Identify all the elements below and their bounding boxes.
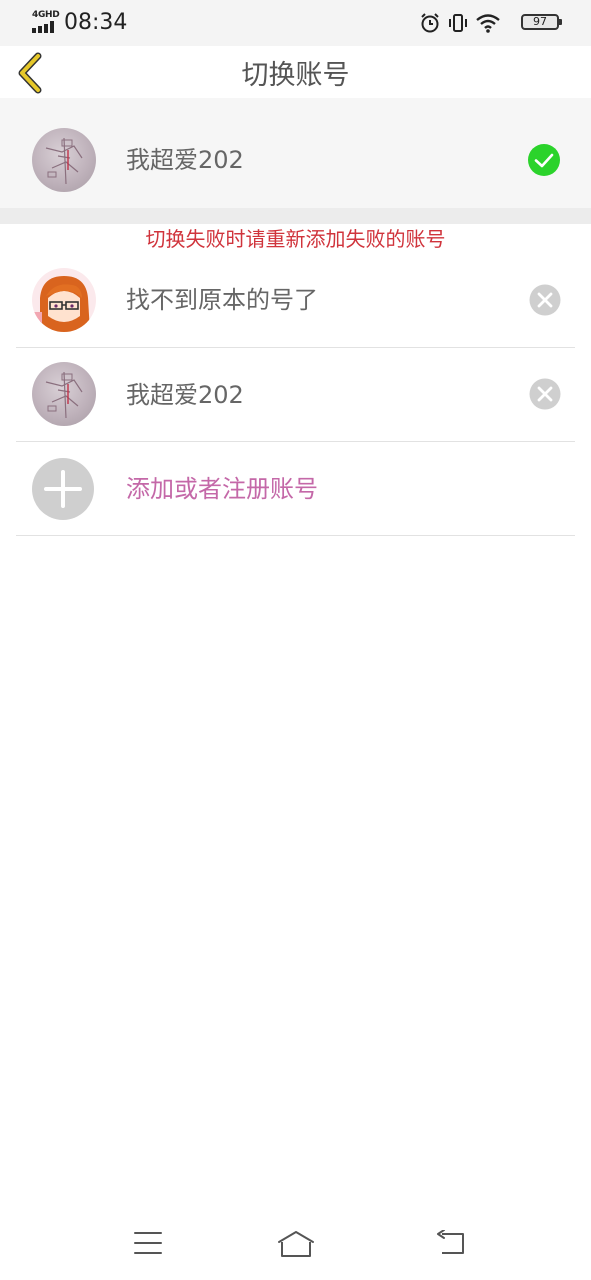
remove-icon[interactable] [529,378,561,410]
header: 切换账号 [0,46,591,98]
menu-icon[interactable] [134,1230,162,1256]
account-name: 找不到原本的号了 [126,286,318,314]
network-type: 4GHD [32,10,60,20]
alarm-icon [421,13,439,33]
account-row[interactable]: 找不到原本的号了 [16,254,575,348]
navigation-bar [0,1212,591,1280]
status-time: 08:34 [64,10,128,35]
account-name: 我超爱202 [126,381,244,409]
status-bar: 4GHD 08:34 97 [0,0,591,46]
back-icon[interactable] [436,1230,466,1256]
plus-icon [32,458,94,520]
avatar [32,362,96,426]
account-row[interactable]: 我超爱202 [16,348,575,442]
page-title: 切换账号 [241,60,350,91]
status-icons: 97 [419,10,562,36]
signal-icon: 4GHD [32,10,60,33]
wifi-icon [476,14,500,33]
switch-failure-notice: 切换失败时请重新添加失败的账号 [145,227,446,251]
check-circle-icon [528,144,560,176]
remove-icon[interactable] [529,284,561,316]
screen: 4GHD 08:34 97 切换账号 我超爱202 切换失败时请重新添加失败的账… [0,0,591,1280]
vibrate-icon [449,14,467,32]
current-account[interactable]: 我超爱202 [0,98,591,224]
current-account-name: 我超爱202 [126,146,244,174]
avatar [32,128,96,192]
add-account-label: 添加或者注册账号 [126,475,318,503]
battery-icon: 97 [521,14,562,30]
battery-level: 97 [533,15,547,28]
avatar [32,268,96,332]
home-icon[interactable] [276,1230,316,1258]
add-account-button[interactable]: 添加或者注册账号 [16,442,575,536]
